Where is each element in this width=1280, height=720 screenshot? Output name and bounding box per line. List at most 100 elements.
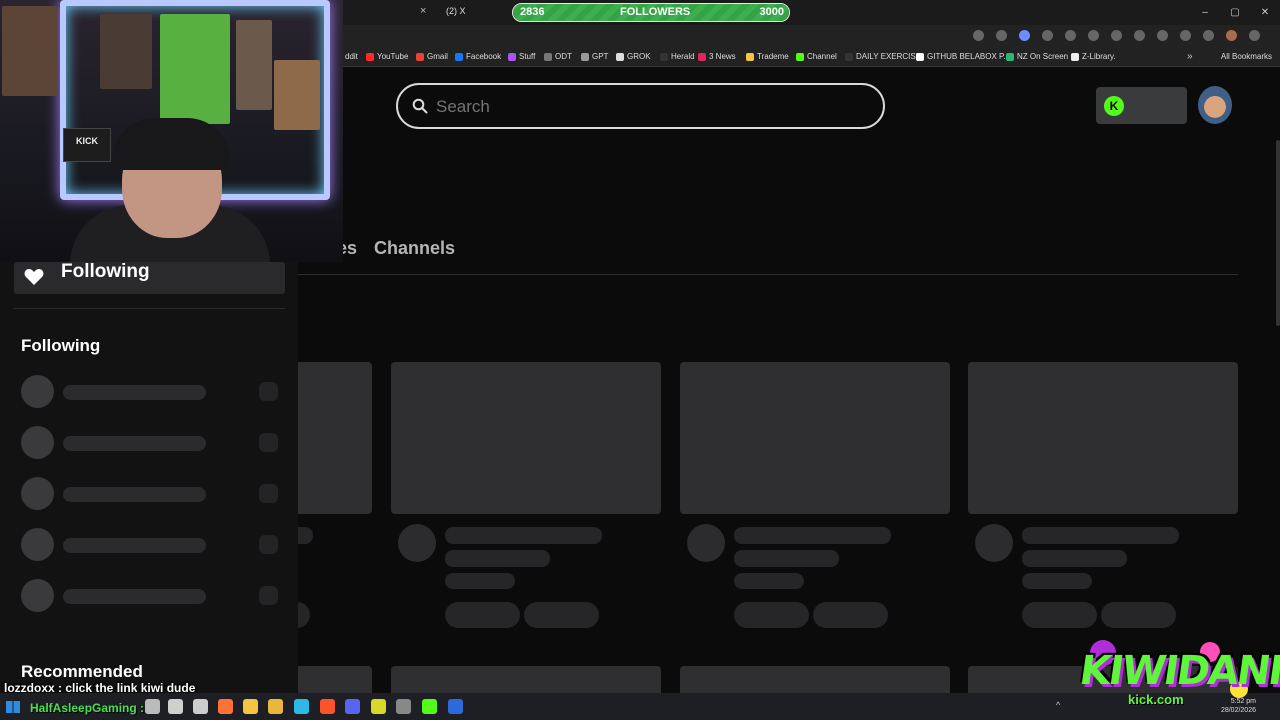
file-explorer-icon[interactable] (243, 699, 258, 714)
badge-placeholder (259, 433, 278, 452)
bookmark-item[interactable]: 3 News (698, 52, 736, 61)
kick-app-button[interactable]: K (1096, 87, 1187, 124)
stream-card-placeholder[interactable] (680, 666, 950, 696)
text-placeholder (63, 385, 206, 400)
more-bookmarks-button[interactable]: » (1187, 51, 1193, 62)
terminal-icon[interactable] (396, 699, 411, 714)
extension-icon[interactable] (1111, 30, 1122, 41)
category-placeholder (1022, 573, 1092, 589)
puzzle-icon[interactable] (1180, 30, 1191, 41)
windows-start-icon[interactable] (6, 701, 20, 713)
thumbnail-placeholder (968, 362, 1238, 514)
thumbnail-placeholder (680, 362, 950, 514)
avatar-placeholder (975, 524, 1013, 562)
bookmark-item[interactable]: Herald (660, 52, 695, 61)
bookmark-item[interactable]: NZ On Screen (1006, 52, 1068, 61)
bookmark-favicon-icon (581, 52, 589, 61)
bookmark-label: Trademe (757, 52, 789, 61)
browser-tab[interactable]: (2) X (446, 6, 466, 16)
bookmark-label: Gmail (427, 52, 448, 61)
heart-icon (24, 269, 44, 285)
edge-icon[interactable] (294, 699, 309, 714)
media-icon[interactable] (1203, 30, 1214, 41)
search-icon (412, 98, 428, 114)
menu-icon[interactable] (1249, 30, 1260, 41)
bookmark-item[interactable]: GROK (616, 52, 651, 61)
bookmark-item[interactable]: DAILY EXERCISE! (845, 52, 923, 61)
kick-icon[interactable] (422, 699, 437, 714)
discord-icon[interactable] (345, 699, 360, 714)
followers-goal: 3000 (759, 6, 784, 18)
steam-icon[interactable] (168, 699, 183, 714)
extension-icon[interactable] (1134, 30, 1145, 41)
task-view-icon[interactable] (145, 699, 160, 714)
chrome-icon[interactable] (268, 699, 283, 714)
user-avatar[interactable] (1198, 86, 1232, 124)
extension-icon[interactable] (1042, 30, 1053, 41)
badge-placeholder (259, 586, 278, 605)
bookmark-item[interactable]: GITHUB BELABOX P... (916, 52, 1010, 61)
bookmark-label: Channel (807, 52, 837, 61)
maximize-button[interactable]: ▢ (1220, 0, 1250, 25)
bookmark-item[interactable]: Facebook (455, 52, 501, 61)
obs-icon[interactable] (448, 699, 463, 714)
following-item-placeholder (21, 375, 281, 409)
bookmark-favicon-icon (796, 52, 804, 61)
tab-channels[interactable]: Channels (374, 238, 455, 259)
profile-avatar-icon[interactable] (1226, 30, 1237, 41)
title-placeholder (734, 527, 891, 544)
page-scrollbar[interactable] (1276, 140, 1280, 326)
tabs-divider (298, 274, 1238, 275)
bookmark-favicon-icon (544, 52, 552, 61)
bookmark-label: Z-Library. (1082, 52, 1116, 61)
close-window-button[interactable]: ✕ (1250, 0, 1280, 25)
channel-placeholder (734, 550, 839, 567)
bookmark-label: ddit (345, 52, 358, 61)
app-icon[interactable] (193, 699, 208, 714)
search-bar[interactable] (396, 83, 885, 129)
tray-expand-icon[interactable]: ^ (1056, 700, 1060, 710)
following-item-placeholder (21, 528, 281, 562)
badge-placeholder (259, 484, 278, 503)
tag-placeholder (1022, 602, 1097, 628)
bookmark-favicon-icon (616, 52, 624, 61)
fireworks-icon[interactable] (371, 699, 386, 714)
logo-text: KIWIDANIA (1076, 648, 1280, 694)
bookmark-favicon-icon (416, 52, 424, 61)
bookmark-item[interactable]: ODT (544, 52, 572, 61)
bookmark-label: NZ On Screen (1017, 52, 1069, 61)
bookmark-star-icon[interactable] (1019, 30, 1030, 41)
kick-sign: KICK (63, 128, 111, 162)
following-nav-button[interactable]: Following (14, 262, 285, 294)
extension-icon[interactable] (1157, 30, 1168, 41)
bookmark-item[interactable]: Stuff (508, 52, 535, 61)
avatar-placeholder (21, 426, 54, 459)
bookmark-label: GPT (592, 52, 609, 61)
zoom-icon[interactable] (973, 30, 984, 41)
bookmark-item[interactable]: YouTube (366, 52, 408, 61)
avatar-placeholder (21, 579, 54, 612)
stream-card-placeholder[interactable] (391, 666, 661, 696)
bookmark-favicon-icon (508, 52, 516, 61)
screen: × (2) X 2836 FOLLOWERS 3000 – ▢ ✕ » All … (0, 0, 1280, 720)
bookmark-item[interactable]: Gmail (416, 52, 448, 61)
tab-close-icon[interactable]: × (420, 5, 426, 17)
sidebar: Following Following Recommended (0, 262, 298, 693)
minimize-button[interactable]: – (1190, 0, 1220, 25)
firefox-icon[interactable] (218, 699, 233, 714)
bookmark-item[interactable]: GPT (581, 52, 608, 61)
bookmark-item[interactable]: Channel (796, 52, 837, 61)
tag-placeholder (445, 602, 520, 628)
followers-label: FOLLOWERS (620, 6, 691, 18)
bookmark-favicon-icon (916, 52, 924, 61)
search-extension-icon[interactable] (1065, 30, 1076, 41)
avatar-placeholder (398, 524, 436, 562)
bookmark-item[interactable]: Trademe (746, 52, 789, 61)
brave-icon[interactable] (320, 699, 335, 714)
search-input[interactable] (436, 97, 856, 117)
all-bookmarks-button[interactable]: All Bookmarks (1221, 52, 1272, 61)
extension-icon[interactable] (1088, 30, 1099, 41)
bookmark-item[interactable]: Z-Library. (1071, 52, 1116, 61)
eye-off-icon[interactable] (996, 30, 1007, 41)
logo-subtext: kick.com (1128, 692, 1184, 707)
